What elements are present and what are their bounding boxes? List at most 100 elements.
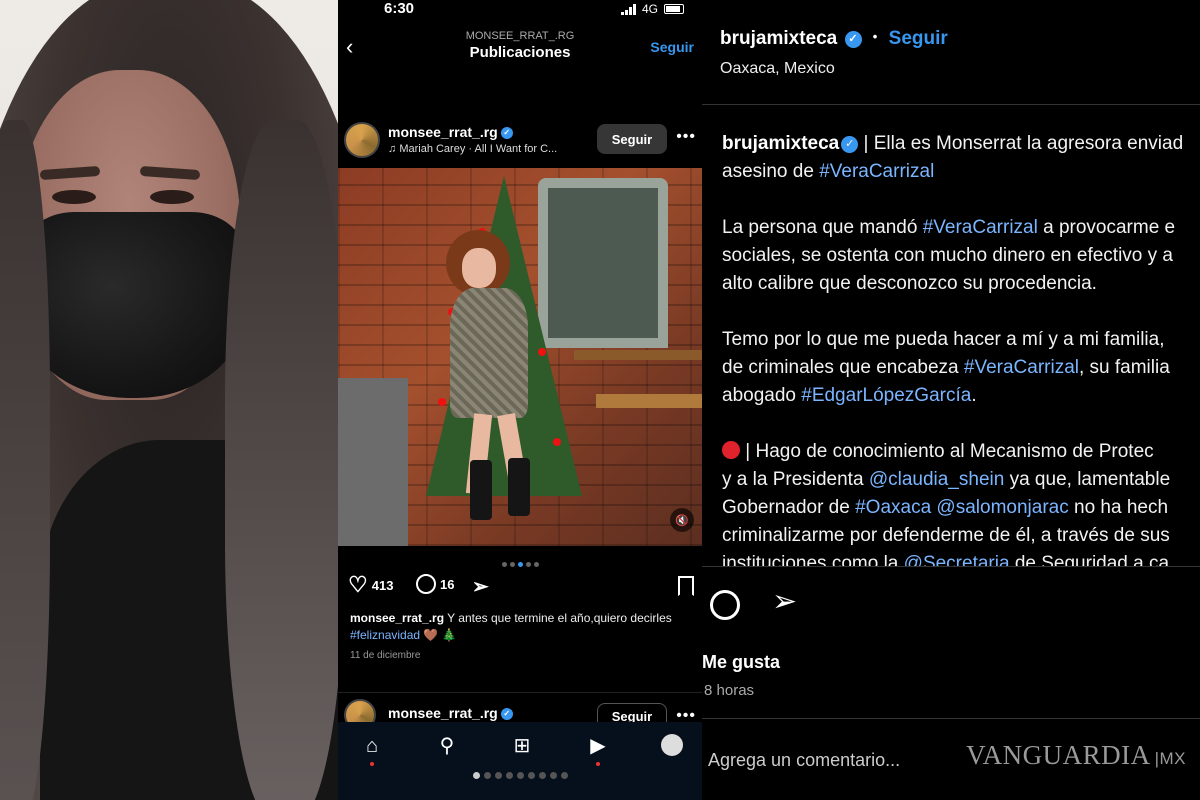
comment-action[interactable]: 16 [416,574,454,594]
wooden-table [596,394,702,408]
battery-icon [664,4,684,14]
post-caption: brujamixteca ✓ | Ella es Monserrat la agr… [722,130,1200,566]
search-icon[interactable]: ⚲ [435,734,459,758]
hashtag[interactable]: #Oaxaca [855,497,931,518]
nav-username: MONSEE_RRAT_.RG [465,30,575,42]
signal-icon [620,3,636,15]
mention[interactable]: @salomonjarac [936,497,1068,518]
follow-button[interactable]: Seguir [889,28,948,49]
pager-dot [560,772,568,779]
tab-bar: ⌂ ⚲ ⊞ ▶ [338,722,702,800]
red-circle-icon [722,441,740,459]
carousel-dot [509,562,515,567]
nav-follow-button[interactable]: Seguir [650,39,694,55]
kitchen-shelf [338,378,408,546]
author-username[interactable]: brujamixteca [720,28,837,49]
carousel-dots [338,554,702,572]
home-icon[interactable]: ⌂ [360,734,384,758]
caption-username[interactable]: brujamixteca [722,133,839,154]
post-username[interactable]: monsee_rrat_.rg ✓ [388,705,513,721]
follow-button[interactable]: Seguir [597,124,667,154]
pager-dot [538,772,546,779]
comment-icon[interactable] [710,590,740,620]
caption-paragraph: | Hago de conocimiento al Mecanismo de P… [722,438,1200,566]
caption-paragraph: brujamixteca ✓ | Ella es Monserrat la agr… [722,133,1184,182]
post-detail-header: brujamixteca ✓ • Seguir [720,28,948,50]
avatar[interactable] [344,122,380,158]
ornament [438,398,446,406]
hashtag[interactable]: #EdgarLópezGarcía [801,385,971,406]
phone-screenshot: 6:30 4G ‹ MONSEE_RRAT_.RG Publicaciones … [338,0,702,800]
pager-dots [338,766,702,784]
verified-icon: ✓ [844,31,862,48]
mute-icon[interactable]: 🔇 [670,508,694,532]
divider [702,718,1200,719]
caption-emoji: 🤎 🎄 [420,628,457,642]
caption-scroll[interactable]: brujamixteca ✓ | Ella es Monserrat la agr… [702,104,1200,566]
post-detail-panel: brujamixteca ✓ • Seguir Oaxaca, Mexico b… [702,0,1200,800]
status-bar: 6:30 4G [338,0,702,18]
hair-right-strand [225,120,338,800]
caption-username[interactable]: monsee_rrat_.rg [350,611,444,625]
caption-paragraph: Temo por lo que me pueda hacer a mí y a … [722,329,1170,406]
pager-dot [505,772,513,779]
likes-label[interactable]: Me gusta [702,652,780,673]
portrait-photo [0,0,338,800]
post-caption: monsee_rrat_.rg Y antes que termine el a… [350,610,690,644]
like-count: 413 [371,577,394,593]
pager-dot [516,772,524,779]
share-icon[interactable]: ➢ [772,584,797,619]
post-image[interactable]: 🔇 [338,168,702,546]
vanguardia-watermark: VANGUARDIA |MX [966,740,1186,770]
like-action[interactable]: ♡ 413 [348,574,393,596]
profile-icon[interactable] [660,734,684,758]
post-header: monsee_rrat_.rg ✓ ♫ Mariah Carey · All I … [338,118,702,166]
more-options-icon[interactable]: ••• [676,128,696,146]
caption-paragraph: La persona que mandó #VeraCarrizal a pro… [722,217,1176,294]
hashtag[interactable]: #VeraCarrizal [923,217,1038,238]
mention[interactable]: @claudia_shein [869,469,1005,490]
hair-left-strand [0,120,50,800]
post-actions: ♡ 413 16 ➢ [338,572,702,602]
pager-dot [527,772,535,779]
nav-title: Publicaciones [469,44,571,61]
reels-icon[interactable]: ▶ [586,734,610,758]
back-table [574,350,702,360]
watermark-suffix: |MX [1154,749,1186,768]
boot [470,460,492,520]
status-indicators: 4G [620,2,684,16]
boot [508,458,530,516]
verified-icon: ✓ [841,136,859,153]
share-action[interactable]: ➢ [472,574,489,599]
post-username[interactable]: monsee_rrat_.rg ✓ [388,124,513,140]
hashtag[interactable]: #VeraCarrizal [819,161,934,182]
verified-icon: ✓ [500,708,513,721]
carousel-dot [517,562,523,567]
location[interactable]: Oaxaca, Mexico [720,60,835,78]
mention[interactable]: @Secretaria [904,553,1010,566]
comment-icon[interactable] [416,574,436,594]
post-song[interactable]: ♫ Mariah Carey · All I Want for C... [388,143,583,155]
pager-dot [549,772,557,779]
heart-icon[interactable]: ♡ [348,574,368,596]
carousel-dot [525,562,531,567]
left-eye [52,190,96,204]
divider [702,566,1200,567]
bookmark-icon[interactable] [678,576,694,596]
pager-dot [494,772,502,779]
carousel-dot [533,562,539,567]
carousel-dot [501,562,507,567]
post-time: 8 horas [704,682,755,699]
share-icon[interactable]: ➢ [472,574,489,599]
woman-face [462,248,496,288]
nav-bar: ‹ MONSEE_RRAT_.RG Publicaciones Seguir [338,24,702,68]
pager-dot [483,772,491,779]
caption-hashtag[interactable]: #feliznavidad [350,628,420,642]
right-eye [150,190,194,204]
hashtag[interactable]: #VeraCarrizal [964,357,1079,378]
network-label: 4G [641,2,658,16]
plaid-dress [450,288,528,418]
post-date: 11 de diciembre [350,650,421,661]
create-icon[interactable]: ⊞ [510,734,534,758]
comment-input[interactable]: Agrega un comentario... [708,750,900,771]
